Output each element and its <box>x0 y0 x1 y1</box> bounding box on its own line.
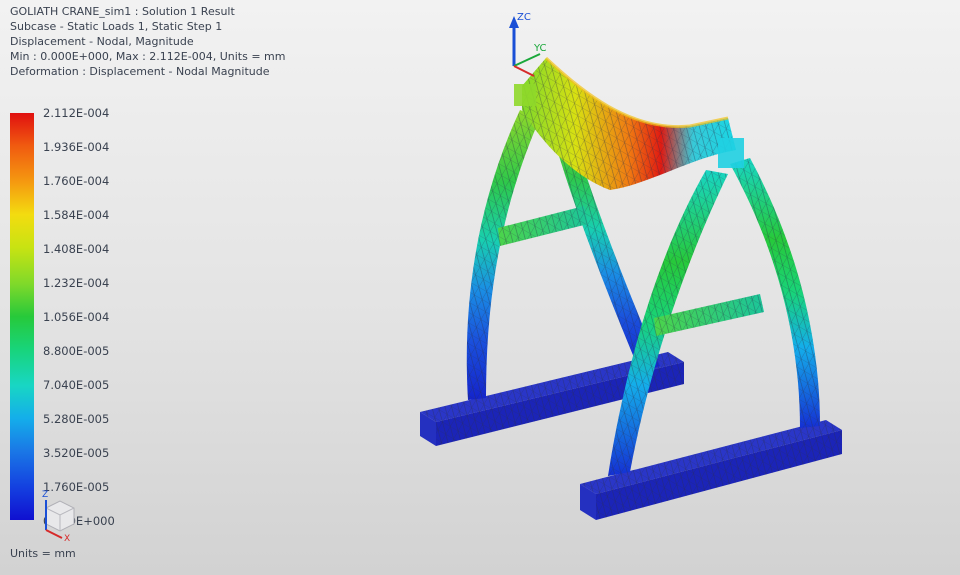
legend-tick: 5.280E-005 <box>43 412 110 426</box>
legend-tick: 1.408E-004 <box>43 242 110 256</box>
legend-tick: 7.040E-005 <box>43 378 110 392</box>
legend-tick: 1.056E-004 <box>43 310 110 324</box>
header-min-max: Min : 0.000E+000, Max : 2.112E-004, Unit… <box>10 50 286 63</box>
legend-tick: 2.112E-004 <box>43 106 110 120</box>
bracket-right <box>718 138 744 168</box>
wcs-triad-icon[interactable]: ZC YC <box>500 6 570 80</box>
leg-back-left <box>466 110 540 400</box>
header-result-type: Displacement - Nodal, Magnitude <box>10 35 194 48</box>
triad-x-label: X <box>64 534 70 542</box>
cross-beam-back <box>498 206 588 246</box>
legend-tick: 1.584E-004 <box>43 208 110 222</box>
result-header: GOLIATH CRANE_sim1 : Solution 1 Result S… <box>10 4 285 79</box>
units-label: Units = mm <box>10 547 76 560</box>
legend-tick: 8.800E-005 <box>43 344 110 358</box>
legend-tick: 1.232E-004 <box>43 276 110 290</box>
triad-z-label: Z <box>42 490 48 500</box>
header-title: GOLIATH CRANE_sim1 : Solution 1 Result <box>10 5 235 18</box>
triad-yc-label: YC <box>533 43 547 54</box>
legend-tick: 3.520E-005 <box>43 446 110 460</box>
fea-model-viewport[interactable] <box>400 0 960 575</box>
legend-tick: 1.760E-004 <box>43 174 110 188</box>
triad-zc-label: ZC <box>517 12 531 23</box>
view-triad-small-icon[interactable]: Z X <box>32 486 82 542</box>
header-deformation: Deformation : Displacement - Nodal Magni… <box>10 65 270 78</box>
legend-tick: 1.936E-004 <box>43 140 110 154</box>
header-subcase: Subcase - Static Loads 1, Static Step 1 <box>10 20 223 33</box>
leg-front-right <box>730 158 820 428</box>
bracket-left <box>514 84 536 106</box>
color-legend-bar <box>10 113 34 520</box>
